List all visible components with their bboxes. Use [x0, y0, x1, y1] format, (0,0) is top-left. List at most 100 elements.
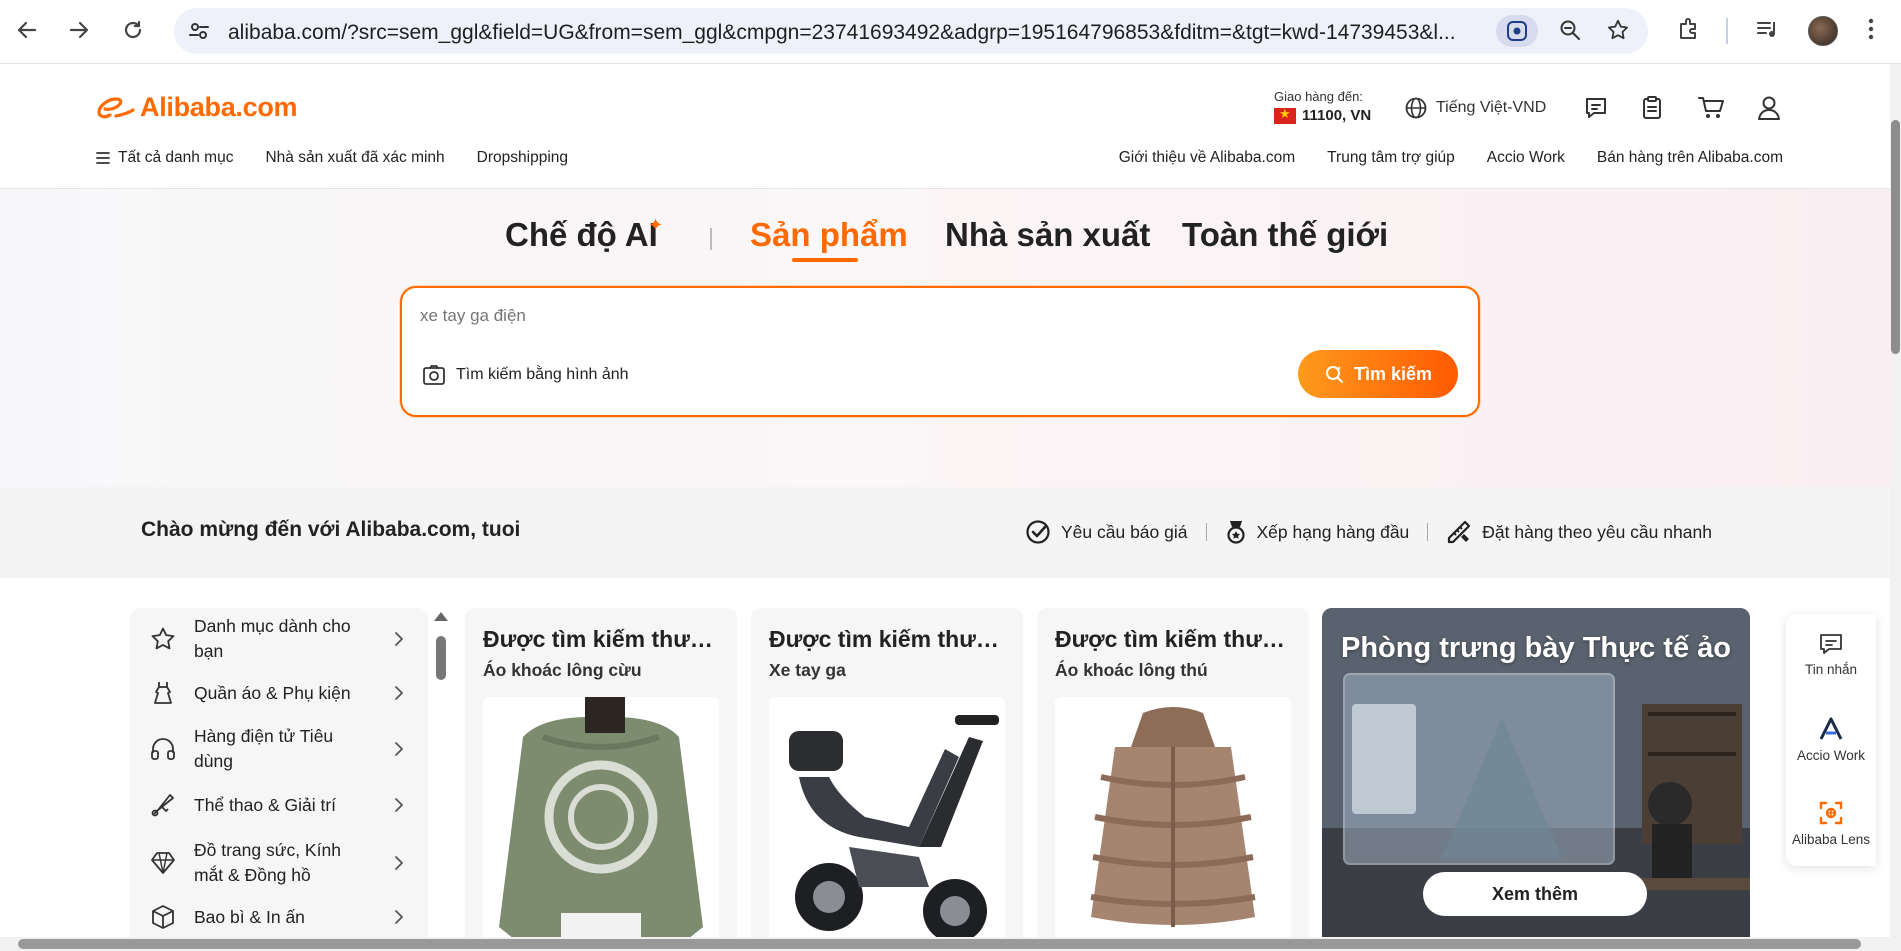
logo-text: Alibaba.com: [140, 92, 298, 122]
scooter-image[interactable]: [769, 697, 1005, 951]
tab-divider: [710, 228, 712, 250]
google-lens-icon[interactable]: [1496, 15, 1538, 47]
image-search-lens-icon: [1819, 801, 1843, 825]
rail-messages[interactable]: Tin nhắn: [1786, 632, 1876, 677]
rail-accio[interactable]: Accio Work: [1786, 716, 1876, 763]
language-selector[interactable]: Tiếng Việt-VND: [1404, 96, 1546, 120]
category-item-jewelry[interactable]: Đồ trang sức, Kính mắt & Đồng hồ: [150, 838, 420, 888]
headphones-icon: [151, 738, 175, 760]
bookmark-star-icon[interactable]: [1606, 18, 1630, 42]
rail-lens-label: Alibaba Lens: [1791, 832, 1871, 847]
category-panel: Danh mục dành cho bạn Quần áo & Phụ kiện…: [130, 608, 428, 951]
sell-on-alibaba-link[interactable]: Bán hàng trên Alibaba.com: [1597, 149, 1783, 167]
cart-icon[interactable]: [1697, 95, 1725, 121]
product-card-fleece-jacket[interactable]: Được tìm kiếm thường xuyên Áo khoác lông…: [465, 608, 737, 951]
forward-icon[interactable]: [64, 12, 94, 48]
category-label: Quần áo & Phụ kiện: [194, 682, 351, 703]
address-bar[interactable]: alibaba.com/?src=sem_ggl&field=UG&from=s…: [174, 8, 1648, 54]
page-horizontal-scrollbar[interactable]: [0, 937, 1890, 951]
quick-links: Yêu cầu báo giá Xếp hạng hàng đầu Đặt hà…: [1025, 519, 1712, 545]
chevron-right-icon: [395, 742, 403, 756]
card-title: Được tìm kiếm thường xuyên: [1055, 626, 1295, 652]
page-vertical-scrollbar[interactable]: [1890, 64, 1901, 951]
zoom-icon[interactable]: [1558, 18, 1582, 42]
category-label: Bao bì & In ấn: [194, 906, 305, 927]
alibaba-logo[interactable]: Alibaba.com: [96, 92, 298, 123]
profile-avatar[interactable]: [1808, 16, 1838, 46]
accio-work-link[interactable]: Accio Work: [1487, 149, 1565, 167]
account-icon[interactable]: [1757, 95, 1781, 121]
reload-icon[interactable]: [118, 12, 148, 48]
ship-to-value: 11100, VN: [1302, 107, 1372, 124]
subnav-left: Tất cả danh mục Nhà sản xuất đã xác minh…: [96, 149, 568, 167]
fur-coat-image[interactable]: [1055, 697, 1291, 951]
help-center-link[interactable]: Trung tâm trợ giúp: [1327, 149, 1455, 167]
page-hscroll-thumb[interactable]: [18, 939, 1861, 949]
verified-manufacturers-link[interactable]: Nhà sản xuất đã xác minh: [265, 149, 444, 167]
orders-clipboard-icon[interactable]: [1639, 95, 1665, 121]
browser-menu-icon[interactable]: [1866, 16, 1876, 42]
fast-custom-order-link[interactable]: Đặt hàng theo yêu cầu nhanh: [1446, 519, 1712, 545]
category-scrollbar[interactable]: [434, 612, 448, 951]
chevron-right-icon: [395, 910, 403, 924]
product-card-fur-coat[interactable]: Được tìm kiếm thường xuyên Áo khoác lông…: [1037, 608, 1309, 951]
ship-to-label: Giao hàng đến:: [1274, 89, 1363, 104]
image-search-button[interactable]: Tìm kiếm bằng hình ảnh: [422, 364, 629, 386]
dropshipping-link[interactable]: Dropshipping: [477, 149, 568, 167]
rail-lens[interactable]: Alibaba Lens: [1786, 800, 1876, 847]
category-item-apparel[interactable]: Quần áo & Phụ kiện: [150, 680, 420, 706]
category-scroll-thumb[interactable]: [436, 636, 446, 680]
see-more-button[interactable]: Xem thêm: [1423, 872, 1647, 916]
quick-link-divider: [1427, 523, 1429, 541]
request-quote-link[interactable]: Yêu cầu báo giá: [1025, 519, 1188, 545]
diamond-icon: [151, 852, 175, 874]
search-input[interactable]: [420, 306, 1420, 326]
subnav-right: Giới thiệu về Alibaba.com Trung tâm trợ …: [1119, 149, 1783, 167]
search-box: Tìm kiếm bằng hình ảnh Tìm kiếm: [400, 286, 1480, 417]
category-item-electronics[interactable]: Hàng điện tử Tiêu dùng: [150, 724, 420, 774]
alibaba-logo-icon: [97, 96, 135, 118]
tab-products[interactable]: Sản phẩm: [750, 216, 908, 254]
chevron-right-icon: [395, 686, 403, 700]
search-button[interactable]: Tìm kiếm: [1298, 350, 1458, 398]
product-card-scooter[interactable]: Được tìm kiếm thường xuyên Xe tay ga: [751, 608, 1023, 951]
media-queue-icon[interactable]: [1755, 16, 1781, 42]
category-item-for-you[interactable]: Danh mục dành cho bạn: [150, 614, 420, 664]
banner-title: Phòng trưng bày Thực tế ảo: [1340, 632, 1731, 664]
category-item-sports[interactable]: Thể thao & Giải trí: [150, 792, 420, 818]
back-icon[interactable]: [12, 12, 42, 48]
active-tab-underline: [792, 258, 858, 262]
card-subtitle: Áo khoác lông thú: [1055, 660, 1208, 680]
url-text[interactable]: alibaba.com/?src=sem_ggl&field=UG&from=s…: [228, 21, 1658, 45]
chevron-right-icon: [395, 632, 403, 646]
virtual-showroom-banner[interactable]: Phòng trưng bày Thực tế ảo Xem thêm: [1322, 608, 1750, 951]
fleece-jacket-image[interactable]: [483, 697, 719, 951]
category-item-packaging[interactable]: Bao bì & In ấn: [150, 904, 420, 930]
messages-icon[interactable]: [1583, 95, 1609, 121]
star-icon: [151, 627, 175, 650]
tab-ai-mode[interactable]: Chế độ AI: [505, 216, 658, 254]
accio-logo-icon: [1819, 717, 1843, 740]
card-subtitle: Áo khoác lông cừu: [483, 660, 642, 680]
vietnam-flag-icon: [1274, 106, 1296, 124]
category-label: Thể thao & Giải trí: [194, 794, 337, 815]
about-link[interactable]: Giới thiệu về Alibaba.com: [1119, 149, 1295, 167]
ai-sparkle-icon: ✦: [648, 215, 664, 235]
tab-manufacturers[interactable]: Nhà sản xuất: [945, 216, 1150, 254]
site-settings-icon[interactable]: [188, 20, 210, 42]
extensions-icon[interactable]: [1676, 16, 1702, 42]
search-button-label: Tìm kiếm: [1353, 363, 1433, 384]
rail-accio-label: Accio Work: [1796, 748, 1865, 763]
category-label: Hàng điện tử Tiêu dùng: [194, 726, 334, 771]
ranking-medal-icon: [1226, 521, 1245, 544]
top-ranking-link[interactable]: Xếp hạng hàng đầu: [1225, 519, 1409, 545]
chevron-right-icon: [395, 856, 403, 870]
all-categories-menu[interactable]: Tất cả danh mục: [96, 149, 233, 167]
scroll-up-arrow-icon[interactable]: [434, 612, 448, 621]
ship-to[interactable]: Giao hàng đến: 11100, VN: [1274, 89, 1371, 124]
category-label: Danh mục dành cho bạn: [194, 616, 351, 661]
page-scroll-thumb[interactable]: [1891, 120, 1900, 354]
category-label: Đồ trang sức, Kính mắt & Đồng hồ: [194, 840, 341, 885]
rfq-target-icon: [1026, 520, 1050, 544]
tab-worldwide[interactable]: Toàn thế giới: [1182, 216, 1388, 254]
